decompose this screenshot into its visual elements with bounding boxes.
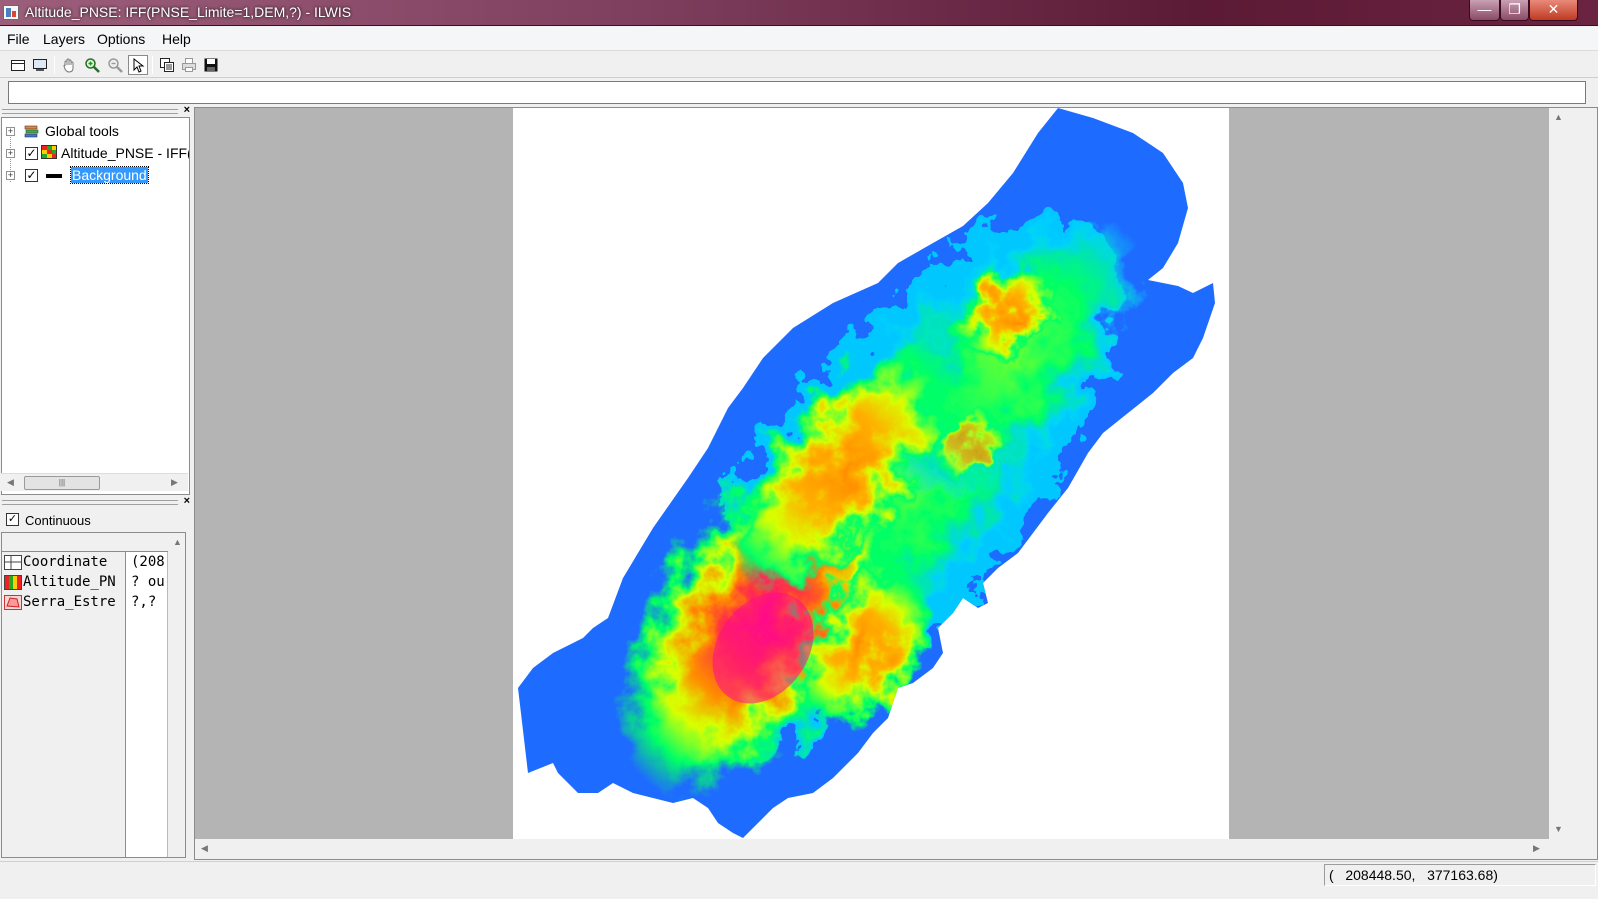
- tree-item-label: Altitude_PNSE - IFF(: [61, 145, 190, 161]
- tree-item-label: Background: [70, 166, 149, 184]
- pixel-information-pane: ▲ Coordinate (208 Altitude_PN ? ou Serra…: [1, 532, 186, 858]
- raster-map-icon: [41, 145, 57, 159]
- scroll-down-icon[interactable]: ▼: [1554, 824, 1563, 834]
- terrain-elevation-layer: [518, 108, 1215, 838]
- scroll-left-icon[interactable]: ◀: [201, 843, 208, 854]
- scroll-up-icon[interactable]: ▲: [1554, 112, 1563, 122]
- pixel-info-value: ?,?: [131, 594, 157, 610]
- scroll-left-icon[interactable]: ◀: [7, 477, 14, 488]
- maximize-button[interactable]: ❐: [1500, 0, 1529, 21]
- tree-item-label: Global tools: [45, 123, 119, 139]
- select-pointer-icon[interactable]: [128, 55, 148, 75]
- pixel-info-name: Coordinate: [23, 554, 108, 570]
- print-icon[interactable]: [179, 55, 199, 75]
- global-tools-icon: [24, 125, 39, 138]
- altitude-raster-map[interactable]: [513, 108, 1229, 839]
- map-canvas[interactable]: [513, 108, 1229, 839]
- pixel-info-row[interactable]: Serra_Estre ?,?: [2, 593, 168, 613]
- app-icon: [3, 5, 19, 20]
- toolbar-separator: [54, 56, 55, 74]
- zoom-in-icon[interactable]: [82, 55, 102, 75]
- continuous-checkbox[interactable]: ✓: [6, 513, 19, 526]
- menu-layers[interactable]: Layers: [43, 31, 85, 47]
- close-legend-pane-icon[interactable]: ×: [184, 495, 190, 507]
- zoom-out-icon[interactable]: [105, 55, 125, 75]
- command-line-input[interactable]: [8, 81, 1586, 104]
- pixel-info-name: Altitude_PN: [23, 574, 116, 590]
- scrollbar-thumb[interactable]: |||: [24, 476, 100, 490]
- menu-help[interactable]: Help: [162, 31, 191, 47]
- command-line-bar: [0, 79, 1598, 179]
- toolbar-separator: [152, 56, 153, 74]
- ilwis-map-window: Altitude_PNSE: IFF(PNSE_Limite=1,DEM,?) …: [0, 0, 1598, 899]
- map-horizontal-scrollbar[interactable]: ◀ ▶: [195, 839, 1549, 857]
- expand-icon[interactable]: +: [6, 149, 15, 158]
- pan-icon[interactable]: [59, 55, 79, 75]
- layer-visibility-checkbox[interactable]: ✓: [25, 147, 38, 160]
- scroll-right-icon[interactable]: ▶: [171, 477, 178, 488]
- status-bar: ( 208448.50, 377163.68): [0, 861, 1598, 899]
- layer-tree-horizontal-scrollbar[interactable]: ◀ ||| ▶: [1, 473, 188, 491]
- title-bar[interactable]: Altitude_PNSE: IFF(PNSE_Limite=1,DEM,?) …: [0, 0, 1598, 26]
- pixel-info-value: (208: [131, 554, 165, 570]
- polygon-icon: [4, 595, 22, 610]
- map-frame: ▲ ▼ ◀ ▶: [194, 107, 1598, 860]
- scroll-up-icon[interactable]: ▲: [173, 537, 182, 547]
- pixel-info-value: ? ou: [131, 574, 165, 590]
- coordinate-icon: [4, 555, 22, 570]
- pane-grip[interactable]: [2, 500, 178, 505]
- minimize-button[interactable]: —: [1469, 0, 1500, 21]
- background-icon: [46, 174, 62, 178]
- tree-item-background[interactable]: + ✓ Background: [2, 166, 189, 186]
- raster-icon: [4, 575, 22, 590]
- close-layer-pane-icon[interactable]: ×: [184, 104, 190, 116]
- expand-icon[interactable]: +: [6, 127, 15, 136]
- normal-view-icon[interactable]: [30, 55, 50, 75]
- legend-pane-header: ×: [0, 495, 192, 507]
- layer-tree: + Global tools + ✓ Altitude_PNSE - IFF( …: [1, 117, 190, 495]
- menu-bar: File Layers Options Help: [0, 27, 1598, 51]
- status-coordinates: ( 208448.50, 377163.68): [1324, 864, 1596, 886]
- close-button[interactable]: ✕: [1529, 0, 1578, 21]
- tree-item-altitude-layer[interactable]: + ✓ Altitude_PNSE - IFF(: [2, 144, 190, 164]
- menu-file[interactable]: File: [7, 31, 30, 47]
- entire-map-icon[interactable]: [8, 55, 28, 75]
- expand-icon[interactable]: +: [6, 171, 15, 180]
- layer-pane-header: ×: [0, 104, 192, 116]
- copy-icon[interactable]: [157, 55, 177, 75]
- save-icon[interactable]: [201, 55, 221, 75]
- map-vertical-scrollbar[interactable]: ▲ ▼: [1549, 108, 1567, 839]
- map-viewport[interactable]: [195, 108, 1549, 839]
- menu-options[interactable]: Options: [97, 31, 145, 47]
- legend-pane: ✓ Continuous: [1, 510, 190, 532]
- window-title: Altitude_PNSE: IFF(PNSE_Limite=1,DEM,?) …: [25, 4, 352, 20]
- pixel-info-vertical-scrollbar[interactable]: ▲: [169, 533, 185, 857]
- pixel-info-header-name[interactable]: [2, 533, 126, 552]
- pixel-info-name: Serra_Estre: [23, 594, 116, 610]
- pixel-info-row[interactable]: Altitude_PN ? ou: [2, 573, 168, 593]
- pixel-info-row[interactable]: Coordinate (208: [2, 553, 168, 573]
- pane-grip[interactable]: [2, 109, 178, 114]
- scroll-right-icon[interactable]: ▶: [1533, 843, 1540, 854]
- pixel-info-header-value[interactable]: [126, 533, 168, 552]
- toolbar: [0, 52, 1598, 78]
- continuous-label: Continuous: [25, 513, 91, 528]
- layer-visibility-checkbox[interactable]: ✓: [25, 169, 38, 182]
- tree-item-global-tools[interactable]: + Global tools: [2, 122, 189, 142]
